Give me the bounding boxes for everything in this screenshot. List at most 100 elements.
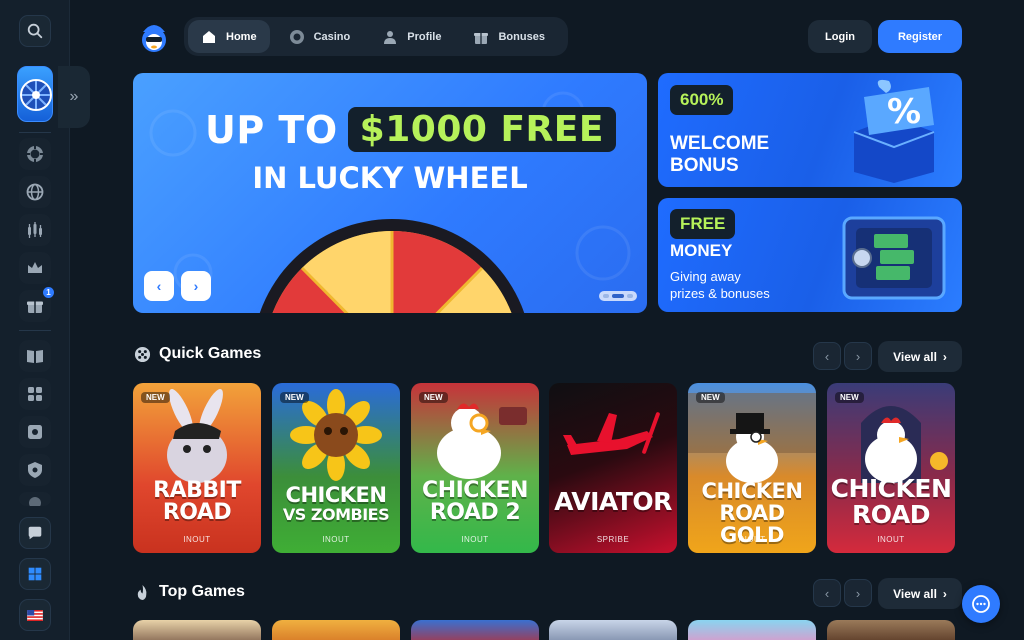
crown-icon — [28, 262, 42, 273]
sidebar-item-vip[interactable] — [19, 252, 51, 284]
download-app-button[interactable] — [19, 558, 51, 590]
flag-us-icon — [27, 609, 43, 621]
sidebar-item-security[interactable] — [19, 454, 51, 486]
hero-subheadline: IN LUCKY WHEEL — [252, 161, 528, 195]
lucky-wheel-icon — [20, 79, 52, 111]
top-game-card[interactable] — [411, 620, 539, 640]
login-button[interactable]: Login — [808, 20, 872, 53]
book-icon — [27, 350, 43, 363]
quick-games-prev-button[interactable]: ‹ — [813, 342, 841, 370]
quick-games-title: Quick Games — [159, 345, 262, 362]
new-badge: NEW — [141, 392, 170, 403]
search-button[interactable] — [19, 15, 51, 47]
carousel-indicator[interactable] — [599, 291, 637, 301]
promo-welcome-tag: 600% — [670, 85, 734, 115]
divider — [19, 330, 51, 331]
game-title: CHICKEN ROAD 2 — [411, 480, 539, 524]
hero-headline: UP TO $1000 FREE — [205, 107, 616, 152]
nav-profile[interactable]: Profile — [369, 20, 454, 53]
top-game-card[interactable] — [549, 620, 677, 640]
new-badge: NEW — [419, 392, 448, 403]
divider — [19, 132, 51, 133]
sidebar-item-partial[interactable] — [19, 492, 51, 506]
top-games-view-all-button[interactable]: View all › — [878, 578, 962, 609]
airplane-art — [563, 412, 660, 455]
top-games-next-button[interactable]: › — [844, 579, 872, 607]
game-provider: INOUT — [738, 535, 766, 544]
promo-welcome-title-line1: WELCOME — [670, 133, 770, 154]
dice-icon — [134, 346, 151, 362]
promo-free-money[interactable]: FREE MONEY Giving away prizes & bonuses — [658, 198, 962, 312]
quick-games-next-button[interactable]: › — [844, 342, 872, 370]
top-game-card[interactable] — [827, 620, 955, 640]
carousel-dot-active[interactable] — [612, 294, 624, 298]
game-title-line1: CHICKEN — [422, 478, 528, 503]
game-card-chicken-road[interactable]: NEW CHICKEN ROAD INOUT — [827, 383, 955, 553]
site-logo[interactable] — [135, 18, 173, 56]
nav-home[interactable]: Home — [188, 20, 270, 53]
hero-next-button[interactable]: › — [181, 271, 211, 301]
nav-bonuses[interactable]: Bonuses — [460, 20, 557, 53]
hero-prev-button[interactable]: ‹ — [144, 271, 174, 301]
gift-box-percent-art: % — [853, 79, 935, 183]
chevron-right-icon: › — [193, 278, 199, 294]
top-game-card[interactable] — [133, 620, 261, 640]
promo-free-subtitle: Giving away prizes & bonuses — [670, 268, 770, 302]
sidebar-item-trading[interactable] — [19, 214, 51, 246]
chevron-left-icon: ‹ — [824, 348, 830, 364]
hero-headline-highlight: $1000 FREE — [347, 107, 616, 152]
game-title-line1: CHICKEN — [701, 479, 803, 503]
language-button[interactable] — [19, 599, 51, 631]
nav-bonuses-label: Bonuses — [498, 30, 545, 43]
chevron-right-icon: › — [855, 585, 861, 601]
shield-icon — [28, 462, 42, 478]
nav-casino-label: Casino — [313, 30, 351, 43]
fire-icon — [137, 584, 147, 600]
game-card-chicken-road-2[interactable]: NEW CHICKEN ROAD 2 INOUT — [411, 383, 539, 553]
promo-welcome-title: WELCOME BONUS — [670, 133, 769, 177]
game-card-rabbit-road[interactable]: NEW RABBIT ROAD INOUT — [133, 383, 261, 553]
hero-banner[interactable]: UP TO $1000 FREE IN LUCKY WHEEL ‹ › — [133, 73, 647, 313]
view-all-label: View all — [893, 586, 937, 601]
new-badge: NEW — [835, 392, 864, 403]
carousel-dot[interactable] — [627, 294, 633, 298]
game-title-line2: VS ZOMBIES — [282, 505, 390, 524]
quick-games-view-all-button[interactable]: View all › — [878, 341, 962, 372]
chevron-left-icon: ‹ — [156, 278, 162, 294]
game-title-line2: ROAD — [162, 500, 232, 525]
main-nav: Home Casino Profile Bonuses — [184, 17, 568, 56]
view-all-label: View all — [893, 349, 937, 364]
top-games-prev-button[interactable]: ‹ — [813, 579, 841, 607]
game-card-chicken-vs-zombies[interactable]: NEW CHICKEN VS ZOMBIES INOUT — [272, 383, 400, 553]
support-chat-button[interactable] — [19, 517, 51, 549]
live-chat-button[interactable] — [962, 585, 1000, 623]
promo-free-tag: FREE — [670, 209, 736, 239]
register-button[interactable]: Register — [878, 20, 962, 53]
lucky-wheel-art — [259, 219, 525, 313]
svg-text:%: % — [887, 92, 921, 132]
sidebar-expand-button[interactable]: » — [58, 66, 90, 128]
sidebar-item-bonuses[interactable]: 1 — [19, 287, 54, 322]
game-provider: SPRIBE — [596, 535, 630, 544]
lucky-wheel-button[interactable] — [17, 66, 53, 122]
chat-icon — [28, 526, 42, 540]
sidebar-item-casino[interactable] — [19, 138, 51, 170]
chevrons-right-icon: » — [69, 88, 79, 105]
safe-icon — [28, 425, 42, 439]
sidebar-item-games[interactable] — [19, 378, 51, 410]
game-card-chicken-road-gold[interactable]: NEW CHICKEN ROAD GOLD INOUT — [688, 383, 816, 553]
logo-mascot-icon — [142, 25, 166, 52]
promo-welcome-bonus[interactable]: 600% WELCOME BONUS % — [658, 73, 962, 187]
sidebar-item-sports[interactable] — [19, 176, 51, 208]
top-game-card[interactable] — [272, 620, 400, 640]
carousel-dot[interactable] — [603, 294, 609, 298]
gift-icon — [474, 32, 489, 44]
sidebar-item-wallet[interactable] — [19, 416, 51, 448]
game-card-aviator[interactable]: AVIATOR SPRIBE — [549, 383, 677, 553]
gift-icon — [27, 301, 43, 313]
nav-casino[interactable]: Casino — [276, 20, 364, 53]
game-title-line2: ROAD 2 — [429, 500, 521, 525]
top-game-card[interactable] — [688, 620, 816, 640]
sidebar-item-rules[interactable] — [19, 340, 51, 372]
game-title-line1: CHICKEN — [285, 483, 387, 507]
